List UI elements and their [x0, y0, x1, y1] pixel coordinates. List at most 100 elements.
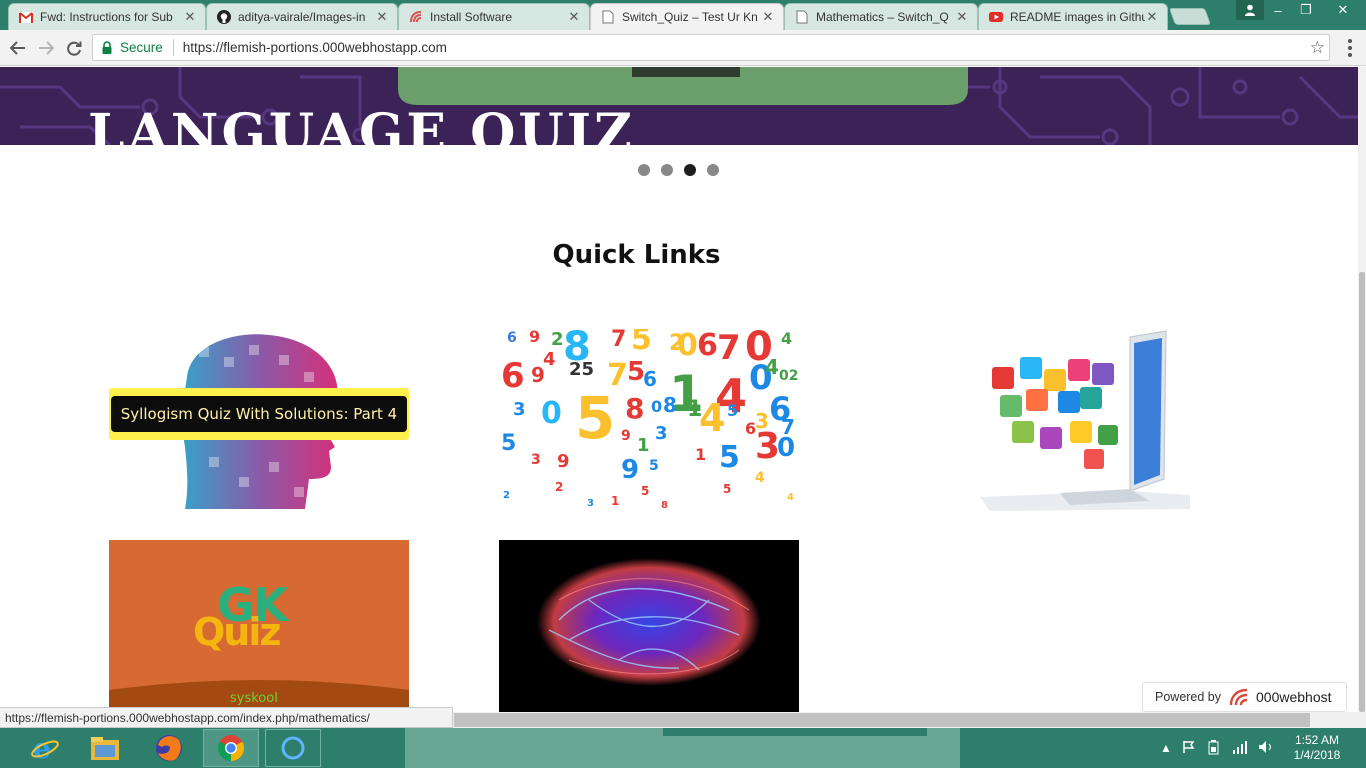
action-center-flag-icon[interactable] [1182, 740, 1196, 757]
decorative-number: 6 [643, 367, 657, 391]
file-explorer-icon[interactable] [77, 729, 133, 767]
tab-label: README images in Githu [1010, 10, 1145, 24]
tab-switch-quiz[interactable]: Switch_Quiz – Test Ur Kn ✕ [590, 3, 784, 30]
tab-close-icon[interactable]: ✕ [567, 9, 581, 25]
decorative-number: 1 [695, 445, 707, 464]
tab-close-icon[interactable]: ✕ [1145, 9, 1159, 25]
card-label-text: Syllogism Quiz With Solutions: Part 4 [110, 396, 408, 432]
user-profile-icon[interactable] [1236, 0, 1264, 20]
decorative-number: 3 [513, 399, 526, 420]
decorative-number: 9 [621, 428, 631, 444]
card-computer[interactable] [980, 329, 1190, 511]
back-arrow-icon[interactable] [7, 37, 29, 59]
decorative-number: 7 [611, 329, 627, 352]
card-mathematics[interactable]: 6 9 2 8 7 5 2 0 6 7 0 4 6 9 4 25 7 5 6 1 4 0 4 02 3 0 5 8 0 8 1 4 5 6 3 6 7 5… [499, 329, 799, 511]
tab-close-icon[interactable]: ✕ [955, 9, 969, 25]
cortana-icon[interactable] [265, 729, 321, 767]
forward-arrow-icon[interactable] [35, 37, 57, 59]
card-syllogism-quiz[interactable]: Syllogism Quiz With Solutions: Part 4 [109, 327, 409, 509]
url-text[interactable]: https://flemish-portions.000webhostapp.c… [183, 40, 447, 55]
tab-close-icon[interactable]: ✕ [761, 9, 775, 25]
internet-explorer-icon[interactable]: e [17, 729, 73, 767]
tab-label: Switch_Quiz – Test Ur Kn [622, 10, 758, 24]
system-tray: ▲ [1160, 728, 1274, 768]
laptop-apps-graphic [980, 330, 1190, 511]
card-label: Syllogism Quiz With Solutions: Part 4 [109, 388, 409, 440]
taskbar-window-preview [405, 728, 960, 768]
tab-gmail[interactable]: Fwd: Instructions for Sub ✕ [8, 3, 206, 30]
decorative-number: 4 [787, 492, 794, 503]
clock-date: 1/4/2018 [1293, 748, 1341, 762]
powered-by-label: Powered by [1155, 690, 1222, 704]
firefox-icon[interactable] [141, 729, 197, 767]
network-signal-icon[interactable] [1232, 740, 1248, 757]
webhost-brand: 000webhost [1229, 688, 1332, 706]
scrollbar-thumb[interactable] [1359, 272, 1365, 712]
decorative-number: 0 [677, 329, 698, 363]
powered-by-badge[interactable]: Powered by 000webhost [1142, 682, 1347, 712]
decorative-number: 1 [611, 494, 620, 508]
tab-label: Fwd: Instructions for Sub [40, 10, 173, 24]
minimize-button[interactable]: – [1264, 0, 1292, 20]
decorative-number: 0 [541, 396, 562, 431]
decorative-number: 5 [501, 431, 517, 456]
decorative-number: 25 [569, 359, 595, 380]
secure-label: Secure [120, 40, 163, 55]
slider-dots [638, 164, 719, 176]
slider-dot[interactable] [661, 164, 673, 176]
tab-mathematics[interactable]: Mathematics – Switch_Q ✕ [784, 3, 978, 30]
maximize-button[interactable]: ❐ [1292, 0, 1320, 20]
card-gk-quiz[interactable]: GK Quiz syskool [109, 540, 409, 712]
show-hidden-icons-icon[interactable]: ▲ [1160, 741, 1172, 755]
section-title: Quick Links [552, 240, 721, 270]
chrome-menu-icon[interactable] [1340, 38, 1360, 58]
tab-close-icon[interactable]: ✕ [375, 9, 389, 25]
decorative-number: 0 [651, 397, 663, 416]
decorative-number: 3 [531, 452, 541, 468]
battery-power-icon[interactable] [1206, 739, 1222, 758]
decorative-number: 2 [555, 480, 564, 494]
slider-dot-active[interactable] [684, 164, 696, 176]
decorative-number: 5 [641, 484, 650, 498]
tab-github[interactable]: aditya-vairale/Images-in ✕ [206, 3, 398, 30]
page-icon [795, 10, 809, 24]
decorative-number: 2 [503, 490, 510, 501]
bookmark-star-icon[interactable]: ☆ [1310, 38, 1325, 58]
decorative-number: 3 [655, 423, 668, 444]
windows-taskbar: e ▲ 1:52 AM 1/4/2018 [0, 728, 1366, 768]
github-icon [217, 10, 231, 24]
close-window-button[interactable]: ✕ [1320, 0, 1366, 20]
web-icon [409, 10, 423, 24]
address-bar[interactable]: Secure https://flemish-portions.000webho… [92, 34, 1330, 61]
decorative-number: 4 [755, 470, 765, 486]
decorative-number: 5 [575, 384, 616, 452]
tab-label: Install Software [430, 10, 513, 24]
decorative-number: 8 [625, 392, 645, 425]
chrome-icon[interactable] [203, 729, 259, 767]
tab-label: aditya-vairale/Images-in [238, 10, 366, 24]
banner-title: LANGUAGE QUIZ [88, 103, 636, 145]
decorative-number: 5 [727, 401, 739, 420]
card-brain[interactable] [499, 540, 799, 712]
youtube-icon [989, 10, 1003, 24]
decorative-number: 2 [551, 329, 564, 350]
slider-dot[interactable] [707, 164, 719, 176]
decorative-number: 9 [621, 455, 640, 485]
hero-slider-banner[interactable]: LANGUAGE QUIZ [0, 67, 1358, 145]
decorative-number: 4 [765, 355, 779, 379]
reload-icon[interactable] [63, 37, 85, 59]
vertical-scrollbar[interactable] [1358, 67, 1366, 712]
tab-readme-images[interactable]: README images in Githu ✕ [978, 3, 1168, 30]
slider-dot[interactable] [638, 164, 650, 176]
quiz-logo-text: Quiz [193, 610, 281, 654]
volume-icon[interactable] [1258, 740, 1274, 757]
scrollbar-thumb[interactable] [454, 713, 1310, 727]
tab-install-software[interactable]: Install Software ✕ [398, 3, 590, 30]
taskbar-clock[interactable]: 1:52 AM 1/4/2018 [1284, 733, 1350, 763]
decorative-number: 6 [501, 356, 525, 396]
new-tab-button[interactable] [1168, 8, 1212, 25]
tab-close-icon[interactable]: ✕ [183, 9, 197, 25]
gmail-icon [19, 10, 33, 24]
decorative-number: 5 [631, 329, 652, 357]
decorative-number: 6 [507, 330, 517, 346]
